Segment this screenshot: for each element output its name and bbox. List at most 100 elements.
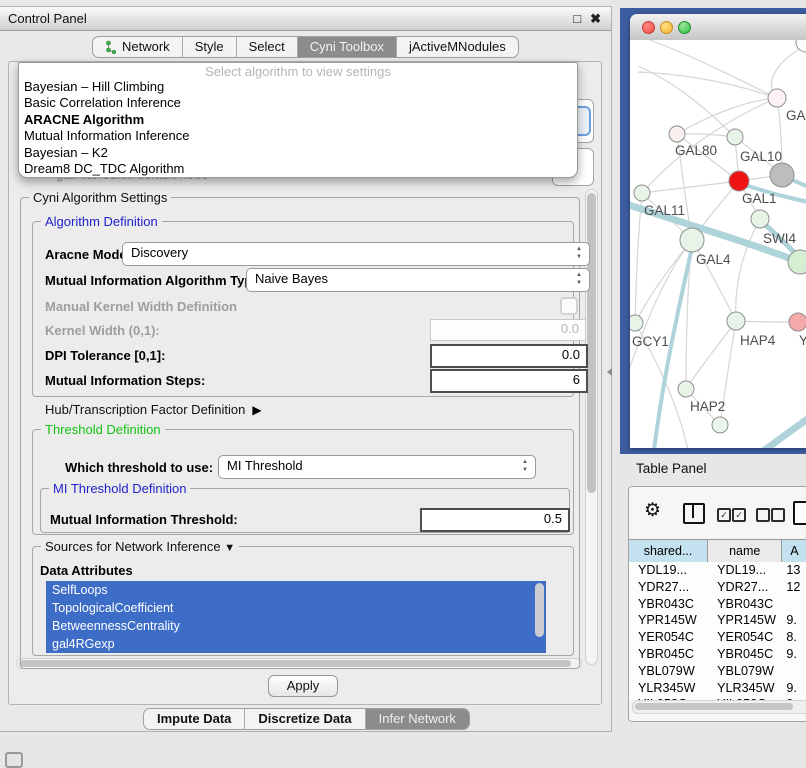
algorithm-option[interactable]: ARACNE Algorithm — [19, 112, 577, 128]
table-row[interactable]: YLR345WYLR345W9. — [629, 680, 806, 697]
table-cell[interactable]: 12 — [782, 579, 806, 596]
apply-button[interactable]: Apply — [268, 675, 338, 697]
algorithm-option[interactable]: Mutual Information Inference — [19, 128, 577, 144]
network-node-gal80[interactable] — [669, 126, 685, 142]
column-header-name[interactable]: name — [708, 540, 782, 563]
network-node[interactable] — [712, 417, 728, 433]
table-row[interactable]: YBR045CYBR045C9. — [629, 646, 806, 663]
network-node[interactable] — [751, 210, 769, 228]
network-edge[interactable] — [630, 240, 692, 380]
table-cell[interactable]: YBR043C — [708, 596, 782, 613]
table-row[interactable]: YDR27...YDR27...12 — [629, 579, 806, 596]
sources-group-title[interactable]: Sources for Network Inference ▼ — [41, 539, 239, 554]
table-cell[interactable]: YDR27... — [708, 579, 782, 596]
table-row[interactable]: YPR145WYPR145W9. — [629, 612, 806, 629]
gear-icon[interactable]: ⚙ — [644, 499, 661, 522]
mi-threshold-input[interactable]: 0.5 — [420, 508, 570, 532]
network-node-gcy1[interactable] — [630, 315, 643, 331]
columns-icon[interactable] — [683, 503, 705, 524]
table-row[interactable]: YER054CYER054C8. — [629, 629, 806, 646]
vertical-scrollbar-thumb[interactable] — [587, 193, 596, 493]
table-row[interactable]: YBR043CYBR043C — [629, 596, 806, 613]
minimized-panel-icon[interactable] — [5, 752, 23, 768]
network-edge-highlighted[interactable] — [762, 406, 806, 448]
attribute-list-item[interactable]: SelfLoops — [46, 581, 546, 599]
tab-infer-network[interactable]: Infer Network — [366, 709, 469, 729]
network-edge[interactable] — [736, 219, 760, 321]
column-header-partial[interactable]: A — [782, 540, 806, 563]
algorithm-dropdown[interactable]: Select algorithm to view settings Bayesi… — [18, 62, 578, 178]
tab-discretize-data[interactable]: Discretize Data — [245, 709, 365, 729]
table-cell[interactable] — [782, 596, 806, 613]
node-label: GAL1 — [742, 191, 777, 206]
network-node-y[interactable] — [789, 313, 806, 331]
attribute-list-item[interactable]: gal4RGexp — [46, 635, 546, 653]
attribute-list-item[interactable]: BetweennessCentrality — [46, 617, 546, 635]
table-cell[interactable]: YBR045C — [629, 646, 708, 663]
manual-kernel-checkbox[interactable] — [560, 297, 578, 315]
table-cell[interactable]: YDL19... — [629, 562, 708, 579]
unchecked-checkbox-icon[interactable] — [771, 508, 785, 522]
table-cell[interactable]: 9. — [782, 646, 806, 663]
network-node-hap2[interactable] — [678, 381, 694, 397]
table-scrollbar-thumb[interactable] — [635, 703, 793, 710]
network-edge[interactable] — [642, 181, 739, 193]
checked-checkbox-icon[interactable]: ✓ — [717, 508, 731, 522]
table-cell[interactable]: YPR145W — [629, 612, 708, 629]
close-traffic-icon[interactable] — [642, 21, 655, 34]
attributes-scrollbar-thumb[interactable] — [535, 583, 544, 637]
table-cell[interactable]: YDL19... — [708, 562, 782, 579]
hub-definition-expander[interactable]: Hub/Transcription Factor Definition▶ — [45, 402, 262, 417]
network-window-titlebar[interactable] — [630, 14, 806, 41]
table-cell[interactable]: YBL079W — [629, 663, 708, 680]
attribute-list-item[interactable]: TopologicalCoefficient — [46, 599, 546, 617]
minimize-traffic-icon[interactable] — [660, 21, 673, 34]
algorithm-option[interactable]: Bayesian – Hill Climbing — [19, 79, 577, 95]
checked-checkbox-icon[interactable]: ✓ — [732, 508, 746, 522]
network-node-gal11[interactable] — [634, 185, 650, 201]
table-cell[interactable]: 8. — [782, 629, 806, 646]
data-attributes-list[interactable]: SelfLoopsTopologicalCoefficientBetweenne… — [46, 581, 546, 653]
zoom-traffic-icon[interactable] — [678, 21, 691, 34]
dpi-tolerance-input[interactable]: 0.0 — [430, 344, 588, 368]
mi-type-combo[interactable]: Naive Bayes ▲▼ — [246, 268, 590, 292]
which-threshold-combo[interactable]: MI Threshold ▲▼ — [218, 455, 536, 479]
network-node-gal1[interactable] — [729, 171, 749, 191]
table-cell[interactable]: YBR043C — [629, 596, 708, 613]
network-node-hap4[interactable] — [727, 312, 745, 330]
document-icon[interactable] — [793, 501, 806, 525]
network-node-swi4[interactable] — [788, 250, 806, 274]
table-cell[interactable]: YBL079W — [708, 663, 782, 680]
table-cell[interactable]: YPR145W — [708, 612, 782, 629]
algorithm-option[interactable]: Dream8 DC_TDC Algorithm — [19, 161, 577, 177]
unchecked-checkbox-icon[interactable] — [756, 508, 770, 522]
algorithm-option[interactable]: Bayesian – K2 — [19, 145, 577, 161]
panel-splitter-handle[interactable] — [607, 368, 612, 376]
network-edge[interactable] — [686, 321, 736, 389]
table-cell[interactable]: YLR345W — [708, 680, 782, 697]
tab-impute-data[interactable]: Impute Data — [144, 709, 245, 729]
table-row[interactable]: YDL19...YDL19...13 — [629, 562, 806, 579]
table-horizontal-scrollbar[interactable] — [632, 700, 806, 714]
network-node[interactable] — [770, 163, 794, 187]
table-cell[interactable]: YBR045C — [708, 646, 782, 663]
table-cell[interactable]: YER054C — [629, 629, 708, 646]
table-row[interactable]: YBL079WYBL079W — [629, 663, 806, 680]
aracne-mode-combo[interactable]: Discovery ▲▼ — [122, 242, 590, 266]
network-node-gal4[interactable] — [680, 228, 704, 252]
table-cell[interactable]: 13 — [782, 562, 806, 579]
table-cell[interactable]: YER054C — [708, 629, 782, 646]
table-cell[interactable] — [782, 663, 806, 680]
network-edge[interactable] — [650, 40, 777, 98]
kernel-width-input[interactable]: 0.0 — [430, 319, 586, 341]
network-node-gal10[interactable] — [727, 129, 743, 145]
algorithm-option[interactable]: Basic Correlation Inference — [19, 95, 577, 111]
table-cell[interactable]: 9. — [782, 612, 806, 629]
table-cell[interactable]: 9. — [782, 680, 806, 697]
network-node-gal[interactable] — [768, 89, 786, 107]
table-cell[interactable]: YDR27... — [629, 579, 708, 596]
column-header-shared-name[interactable]: shared... — [629, 540, 708, 563]
table-cell[interactable]: YLR345W — [629, 680, 708, 697]
network-canvas[interactable]: GALGAL80GAL10GAL1GAL11SWI4GAL4GCY1HAP4YH… — [630, 40, 806, 448]
mi-steps-input[interactable]: 6 — [430, 369, 588, 393]
